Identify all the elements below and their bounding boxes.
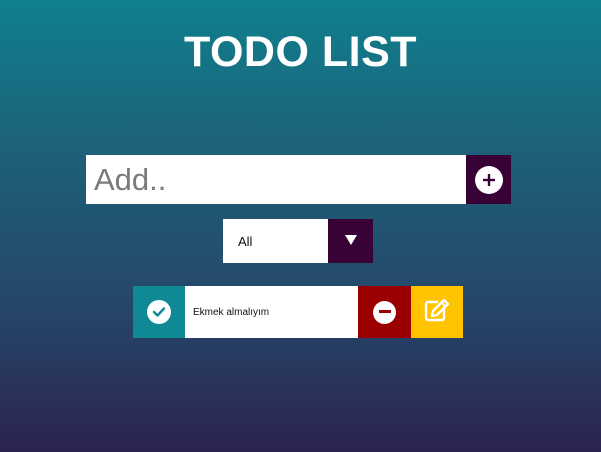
add-todo-input[interactable] [86,155,466,204]
filter-dropdown-button[interactable] [328,219,373,263]
caret-down-icon [344,232,357,250]
edit-icon [424,298,450,327]
todo-item: Ekmek almalıyım [133,286,463,338]
complete-button[interactable] [133,286,185,338]
filter-select[interactable]: All [223,219,328,263]
delete-button[interactable] [358,286,411,338]
minus-circle-icon [373,300,396,324]
filter-dropdown[interactable]: All [223,219,373,263]
filter-selected-label: All [238,233,253,249]
edit-button[interactable] [411,286,463,338]
todo-text: Ekmek almalıyım [185,286,358,338]
check-circle-icon [147,300,171,324]
plus-circle-icon [474,165,503,194]
page-title: TODO LIST [183,28,418,76]
add-todo-form [86,155,511,204]
add-todo-button[interactable] [466,155,511,204]
todo-label: Ekmek almalıyım [193,306,270,318]
